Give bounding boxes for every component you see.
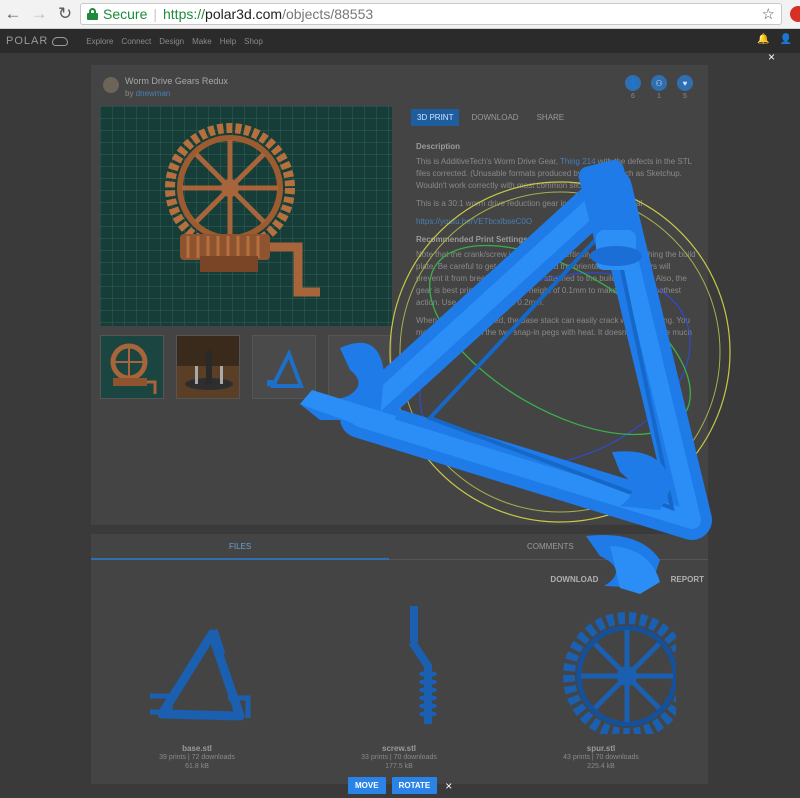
file-size: 61.8 kB <box>185 763 209 770</box>
download-all-link[interactable]: DOWNLOAD <box>550 575 598 584</box>
likes-stat[interactable]: ♥ 5 <box>672 75 698 100</box>
url-host: polar3d.com <box>205 6 283 22</box>
nav-make[interactable]: Make <box>192 37 212 46</box>
thumbnail-3[interactable] <box>252 335 316 399</box>
forward-arrow-icon: → <box>30 4 48 23</box>
thumbnail-strip <box>100 335 404 399</box>
url-path: /objects/88553 <box>282 6 374 22</box>
bell-icon[interactable]: 🔔 <box>757 34 769 45</box>
lock-icon <box>87 8 98 20</box>
object-title: Worm Drive Gears Redux <box>125 76 228 86</box>
description-text: This is AdditiveTech's Worm Drive Gear, … <box>416 157 692 190</box>
thumbnail-1[interactable] <box>100 335 164 399</box>
reload-icon: ↻ <box>57 4 73 23</box>
site-nav: Explore Connect Design Make Help Shop <box>86 37 271 46</box>
nav-connect[interactable]: Connect <box>121 37 151 46</box>
back-button[interactable]: ← <box>0 2 26 26</box>
nav-help[interactable]: Help <box>220 37 236 46</box>
print-settings-text: Note that the crank/screw is best printe… <box>416 250 696 307</box>
file-preview <box>324 594 474 734</box>
download-report-row: DOWNLOAD REPORT <box>550 575 704 584</box>
group-icon: ⚇ <box>651 75 667 91</box>
author-link[interactable]: dnewman <box>136 89 171 98</box>
file-stats: 33 prints | 70 downloads <box>361 754 437 761</box>
browser-toolbar: ← → ↻ Secure | https://polar3d.com/objec… <box>0 0 800 29</box>
tab-comments[interactable]: COMMENTS <box>527 542 574 551</box>
tab-3d-print[interactable]: 3D PRINT <box>411 109 460 126</box>
nav-design[interactable]: Design <box>159 37 184 46</box>
heart-icon: ♥ <box>677 75 693 91</box>
file-stats: 39 prints | 72 downloads <box>159 754 235 761</box>
report-link[interactable]: REPORT <box>671 575 704 584</box>
thing-link[interactable]: Thing 214 <box>560 157 596 166</box>
extension-icon[interactable] <box>790 6 800 22</box>
viewer-controls: MOVE ROTATE × <box>348 777 452 794</box>
reload-button[interactable]: ↻ <box>52 2 78 26</box>
print-settings-heading: Recommended Print Settings <box>416 235 528 244</box>
tab-download[interactable]: DOWNLOAD <box>465 109 524 126</box>
user-icon[interactable]: 👤 <box>780 34 792 45</box>
description-panel: Description This is AdditiveTech's Worm … <box>416 141 696 357</box>
object-stats: 👤 6 ⚇ 1 ♥ 5 <box>620 75 698 100</box>
move-button[interactable]: MOVE <box>348 777 386 794</box>
secure-label: Secure <box>103 6 148 22</box>
file-preview <box>526 594 691 740</box>
forward-button[interactable]: → <box>26 2 52 26</box>
tab-files[interactable]: FILES <box>229 542 251 551</box>
main-photo[interactable] <box>100 106 392 326</box>
file-size: 177.5 kB <box>385 763 413 770</box>
followers-stat[interactable]: 👤 6 <box>620 75 646 100</box>
file-size: 225.4 kB <box>587 763 615 770</box>
close-viewer-icon[interactable]: × <box>445 779 452 793</box>
file-stats: 43 prints | 70 downloads <box>563 754 639 761</box>
site-header: POLAR Explore Connect Design Make Help S… <box>0 29 800 53</box>
person-icon: 👤 <box>625 75 641 91</box>
object-byline: by dnewman <box>125 89 171 98</box>
description-heading: Description <box>416 142 461 151</box>
files-tabs: FILES COMMENTS <box>91 534 708 560</box>
file-card-base[interactable]: base.stl 39 prints | 72 downloads 61.8 k… <box>97 594 297 784</box>
object-tabs: 3D PRINT DOWNLOAD SHARE <box>411 109 576 126</box>
thumbnail-4[interactable] <box>328 335 392 399</box>
description-text-2: This is a 30:1 worm drive reduction gear… <box>416 199 643 208</box>
object-card: Worm Drive Gears Redux by dnewman 👤 6 ⚇ 1 … <box>91 65 708 525</box>
gear-photo-illustration <box>100 106 392 326</box>
url-scheme: https:// <box>163 6 206 22</box>
bookmark-star-icon[interactable]: ☆ <box>762 5 775 23</box>
back-arrow-icon: ← <box>4 4 22 23</box>
files-panel: FILES COMMENTS DOWNLOAD REPORT base.stl … <box>91 534 708 784</box>
groups-stat[interactable]: ⚇ 1 <box>646 75 672 100</box>
avatar[interactable] <box>103 77 119 93</box>
file-name: base.stl <box>182 744 212 753</box>
overlay-close-icon[interactable]: × <box>768 50 775 64</box>
file-preview <box>122 594 272 734</box>
cloud-icon <box>52 36 69 46</box>
rotate-button[interactable]: ROTATE <box>391 777 438 794</box>
polar-logo[interactable]: POLAR <box>6 35 69 47</box>
file-card-screw[interactable]: screw.stl 33 prints | 70 downloads 177.5… <box>299 594 499 784</box>
file-name: spur.stl <box>586 744 616 753</box>
tab-share[interactable]: SHARE <box>531 109 571 126</box>
file-card-spur[interactable]: spur.stl 43 prints | 70 downloads 225.4 … <box>501 594 701 784</box>
file-name: screw.stl <box>382 744 416 753</box>
youtube-link[interactable]: https://youtu.be/VETbcxlbseC0O <box>416 217 532 226</box>
address-bar[interactable]: Secure | https://polar3d.com/objects/885… <box>80 3 782 25</box>
thumbnail-2[interactable] <box>176 335 240 399</box>
nav-explore[interactable]: Explore <box>86 37 113 46</box>
nav-shop[interactable]: Shop <box>244 37 263 46</box>
print-settings-text-2: When the gear is printed, the base stack… <box>416 316 692 349</box>
